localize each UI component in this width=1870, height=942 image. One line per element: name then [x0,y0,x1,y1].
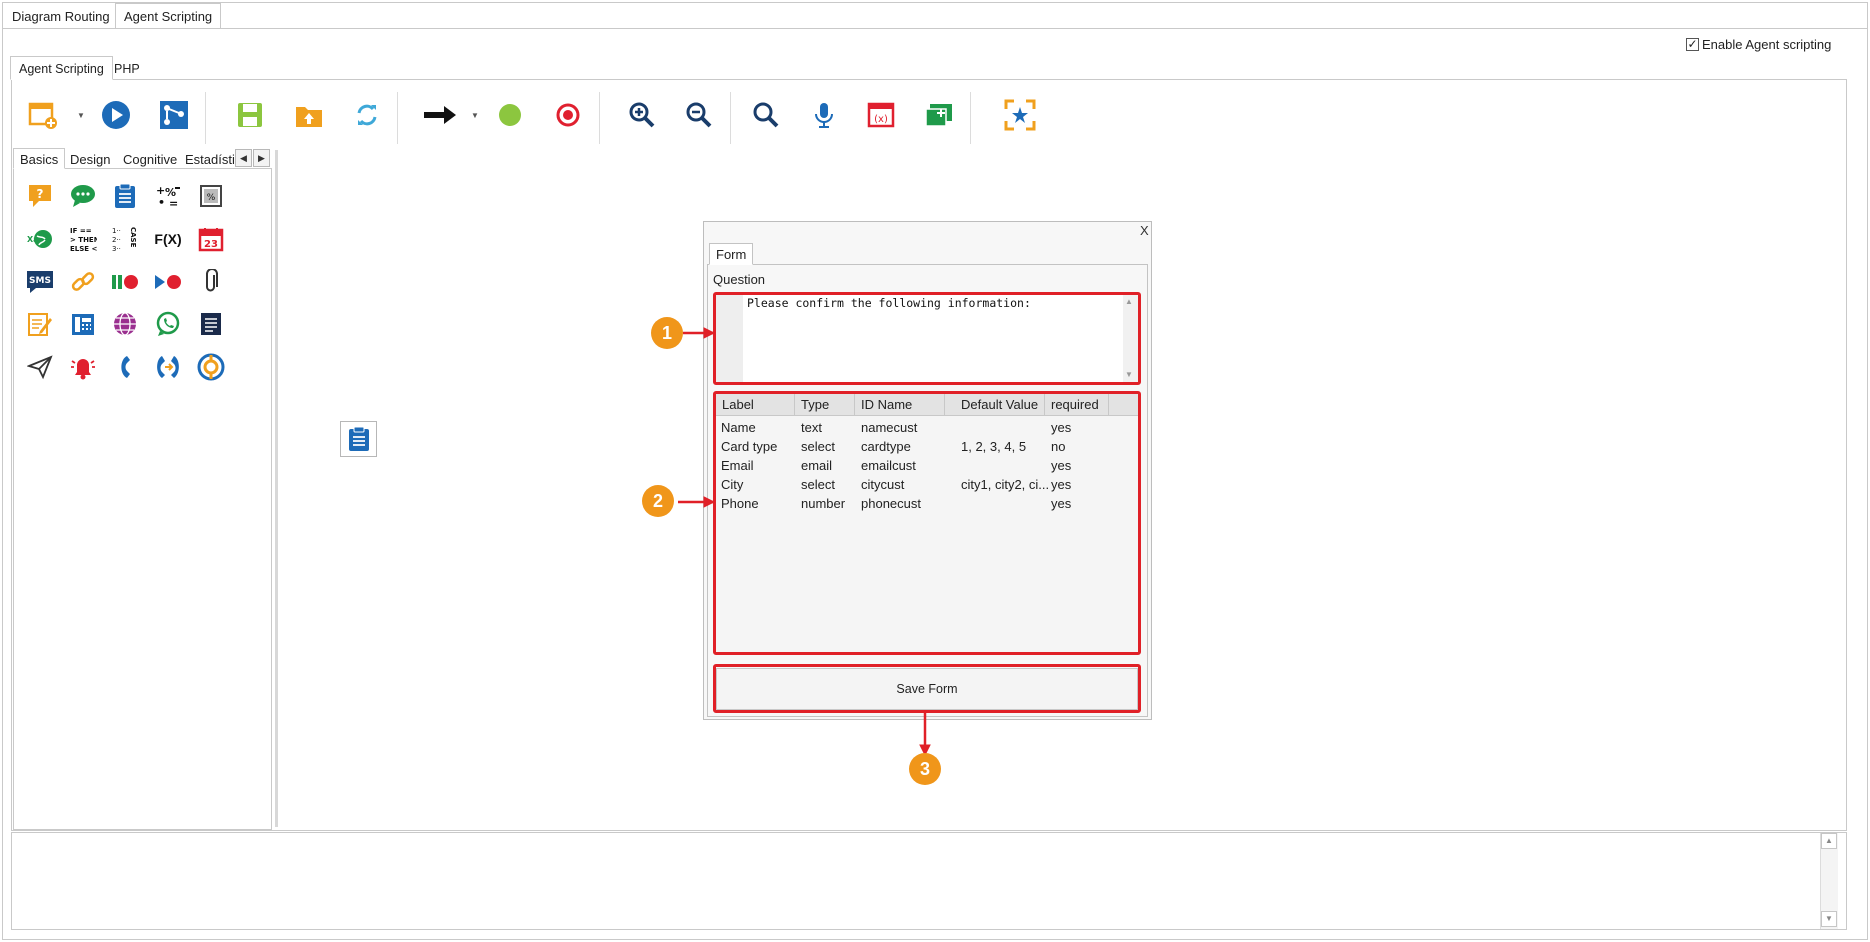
tab-form[interactable]: Form [709,243,754,265]
palette-tab-basics[interactable]: Basics [13,148,66,169]
annotation-arrows [678,327,931,757]
annotation-marker-2: 2 [642,485,674,517]
annotation-marker-1: 1 [651,317,683,349]
annotation-marker-3: 3 [909,753,941,785]
